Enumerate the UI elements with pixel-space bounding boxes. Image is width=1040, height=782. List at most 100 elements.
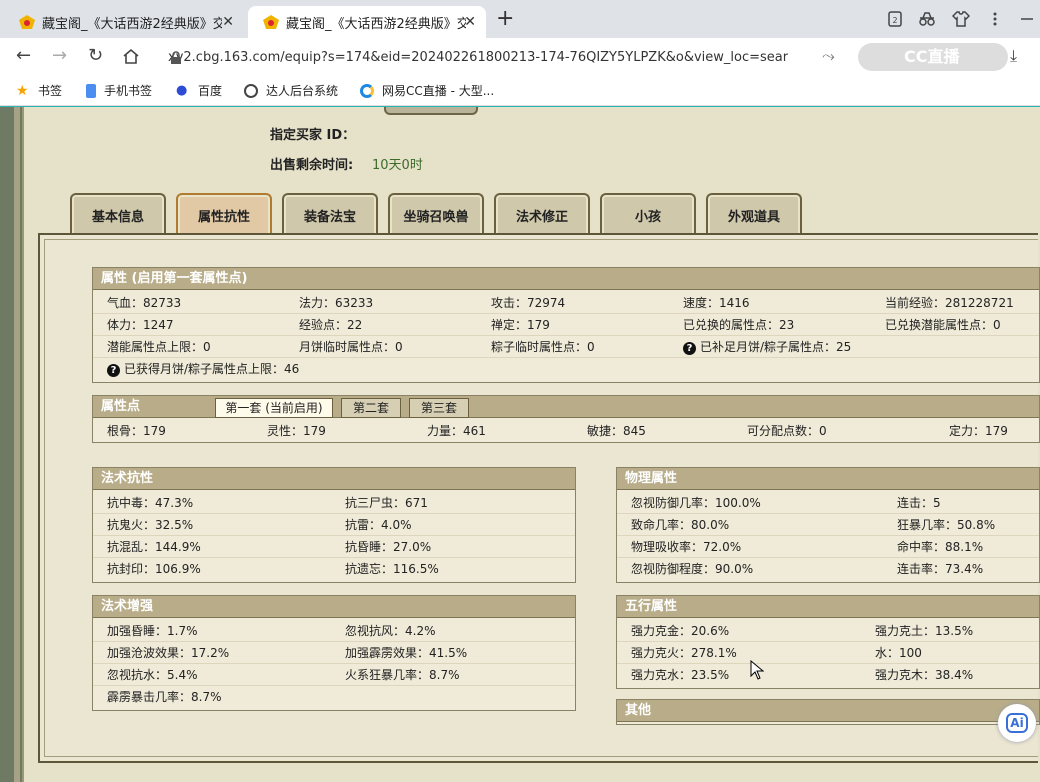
other-header: 其他 (617, 700, 1039, 722)
physical-row: 物理吸收率：72.0% 命中率：88.1% (617, 536, 1039, 558)
spell-resist-header: 法术抗性 (93, 468, 575, 490)
share-icon[interactable]: ⤳ (822, 47, 835, 65)
svg-text:2: 2 (892, 16, 897, 25)
physical-header: 物理属性 (617, 468, 1039, 490)
enhance-cell: 火系狂暴几率：8.7% (345, 668, 460, 682)
spell-enhance-header: 法术增强 (93, 596, 575, 618)
resist-cell: 抗中毒：47.3% (107, 496, 194, 510)
attr-cell: 已兑换的属性点：23 (683, 318, 795, 332)
tab-child[interactable]: 小孩 (600, 193, 696, 235)
resist-row: 抗封印：106.9% 抗遗忘：116.5% (93, 558, 575, 580)
time-remaining-label: 出售剩余时间: (270, 158, 354, 173)
close-tab-icon[interactable]: ✕ (222, 14, 234, 30)
spell-resist-section: 法术抗性 抗中毒：47.3% 抗三尸虫：671 抗鬼火：32.5% 抗雷：4.0% … (92, 467, 576, 583)
attr-cell: 体力：1247 (107, 318, 174, 332)
wuxing-cell: 强力克木：38.4% (875, 668, 974, 682)
attributes-header: 属性 (启用第一套属性点) (93, 268, 1039, 290)
url-field[interactable]: xy2.cbg.163.com/equip?s=174&eid=20240226… (150, 42, 850, 72)
resist-cell: 抗昏睡：27.0% (345, 540, 432, 554)
cbg-logo-icon (18, 14, 36, 30)
tab-count-icon[interactable]: 2 (886, 10, 904, 28)
attr-cell: 粽子临时属性点：0 (491, 340, 595, 354)
attr-cell: 法力：63233 (299, 296, 374, 310)
five-elements-header: 五行属性 (617, 596, 1039, 618)
browser-tab-2[interactable]: 藏宝阁_《大话西游2经典版》交易 ✕ (248, 6, 486, 38)
minimize-icon[interactable] (1018, 10, 1036, 28)
phone-bookmark-icon (86, 83, 96, 98)
bookmark-item[interactable]: ● 百度 (176, 82, 222, 99)
help-question-icon[interactable]: ? (107, 364, 120, 377)
attr-cell-help: ? 已获得月饼/粽子属性点上限：46 (107, 358, 299, 380)
attr-cell-help: ? 已补足月饼/粽子属性点：25 (683, 336, 851, 358)
attr-cell: 当前经验：281228721 (885, 296, 1014, 310)
points-cell: 敏捷：845 (587, 424, 646, 438)
tab-equipment[interactable]: 装备法宝 (282, 193, 378, 235)
tab-panel: 属性 (启用第一套属性点) 气血：82733 法力：63233 攻击：72974… (38, 233, 1040, 763)
wuxing-row: 强力克水：23.5% 强力克木：38.4% (617, 664, 1039, 686)
buyer-id-label: 指定买家 ID： (270, 128, 356, 143)
help-question-icon[interactable]: ? (683, 342, 696, 355)
tab-basic-info[interactable]: 基本信息 (70, 193, 166, 235)
cc-live-icon (360, 83, 374, 98)
points-tab-set3[interactable]: 第三套 (409, 398, 469, 418)
tab-appearance[interactable]: 外观道具 (706, 193, 802, 235)
wuxing-cell: 强力克金：20.6% (631, 624, 730, 638)
new-tab-button[interactable]: + (496, 8, 514, 30)
resist-cell: 抗三尸虫：671 (345, 496, 428, 510)
enhance-row: 加强沧波效果：17.2% 加强霹雳效果：41.5% (93, 642, 575, 664)
attr-cell: 禅定：179 (491, 318, 550, 332)
tab-title: 藏宝阁_《大话西游2经典版》交易 (286, 16, 466, 32)
menu-more-icon[interactable] (986, 10, 1004, 28)
resist-cell: 抗鬼火：32.5% (107, 518, 194, 532)
browser-tab-1[interactable]: 藏宝阁_《大话西游2经典版》交易 ✕ (4, 6, 244, 38)
enhance-cell: 加强沧波效果：17.2% (107, 646, 230, 660)
mouse-cursor-icon (750, 660, 764, 680)
physical-section: 物理属性 忽视防御几率：100.0% 连击：5 致命几率：80.0% 狂暴几率：50… (616, 467, 1040, 583)
back-icon[interactable]: ← (16, 47, 31, 65)
tab-spell-mods[interactable]: 法术修正 (494, 193, 590, 235)
attr-row: 气血：82733 法力：63233 攻击：72974 速度：1416 当前经验：… (93, 292, 1039, 314)
bookmark-item[interactable]: ★ 书签 (16, 82, 62, 99)
points-cell: 根骨：179 (107, 424, 166, 438)
points-cell: 力量：461 (427, 424, 486, 438)
top-tab-fragment (384, 107, 478, 115)
points-cell: 可分配点数：0 (747, 424, 827, 438)
physical-cell: 命中率：88.1% (897, 540, 984, 554)
attr-row: 潜能属性点上限：0 月饼临时属性点：0 粽子临时属性点：0 ? 已补足月饼/粽子属… (93, 336, 1039, 358)
wuxing-row: 强力克火：278.1% 水：100 (617, 642, 1039, 664)
other-section[interactable]: 其他 (616, 699, 1040, 725)
reload-icon[interactable]: ↻ (88, 47, 103, 65)
talent-backend-icon (244, 83, 258, 98)
bookmark-item[interactable]: 达人后台系统 (244, 82, 338, 99)
page-left-border-inner (14, 107, 20, 782)
points-tab-set2[interactable]: 第二套 (341, 398, 401, 418)
tab-attributes-resist[interactable]: 属性抗性 (176, 193, 272, 235)
resist-cell: 抗封印：106.9% (107, 562, 201, 576)
attr-cell: 速度：1416 (683, 296, 750, 310)
close-tab-icon[interactable]: ✕ (464, 14, 476, 30)
physical-cell: 致命几率：80.0% (631, 518, 730, 532)
enhance-cell: 加强昏睡：1.7% (107, 624, 198, 638)
tab-mounts-summons[interactable]: 坐骑召唤兽 (388, 193, 484, 235)
extension-shirt-icon[interactable] (951, 10, 971, 28)
ai-assistant-button[interactable]: Ai (998, 704, 1036, 742)
resist-cell: 抗混乱：144.9% (107, 540, 201, 554)
five-elements-section: 五行属性 强力克金：20.6% 强力克土：13.5% 强力克火：278.1% 水：1… (616, 595, 1040, 689)
bookmark-item[interactable]: 手机书签 (86, 82, 152, 99)
bookmark-item[interactable]: 网易CC直播 - 大型... (360, 82, 494, 99)
home-icon[interactable] (122, 47, 140, 69)
points-tab-set1[interactable]: 第一套 (当前启用) (215, 398, 333, 418)
download-icon[interactable]: ⤓ (1010, 47, 1017, 65)
wuxing-cell: 水：100 (875, 646, 922, 660)
resist-row: 抗中毒：47.3% 抗三尸虫：671 (93, 492, 575, 514)
physical-row: 忽视防御几率：100.0% 连击：5 (617, 492, 1039, 514)
incognito-icon[interactable] (918, 10, 936, 28)
forward-icon[interactable]: → (52, 47, 67, 65)
attributes-section: 属性 (启用第一套属性点) 气血：82733 法力：63233 攻击：72974… (92, 267, 1040, 383)
resist-row: 抗鬼火：32.5% 抗雷：4.0% (93, 514, 575, 536)
attr-cell: 气血：82733 (107, 296, 182, 310)
address-bar-row: ← → ↻ xy2.cbg.163.com/equip?s=174&eid=20… (0, 38, 1040, 76)
attribute-points-section: 属性点 第一套 (当前启用) 第二套 第三套 根骨：179 灵性：179 力量：… (92, 395, 1040, 443)
attr-cell: 月饼临时属性点：0 (299, 340, 403, 354)
physical-cell: 忽视防御几率：100.0% (631, 496, 761, 510)
